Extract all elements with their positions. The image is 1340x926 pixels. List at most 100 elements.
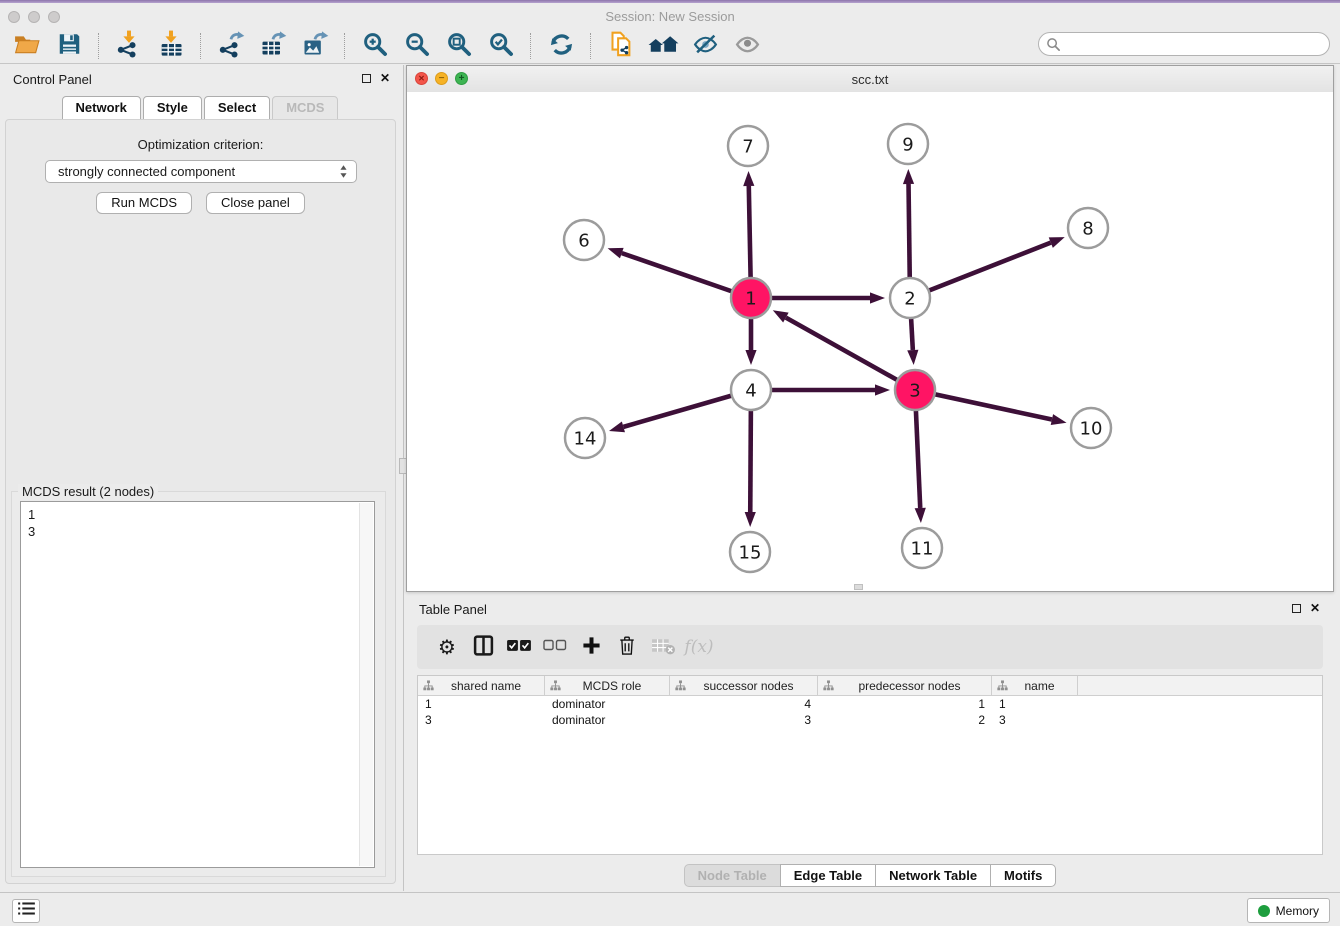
- graph-node-2[interactable]: 2: [890, 278, 930, 318]
- graph-node-14[interactable]: 14: [565, 418, 605, 458]
- result-scrollbar[interactable]: [359, 503, 373, 866]
- export-table-icon: [259, 30, 287, 61]
- application-window: Session: New Session Control Panel Netwo…: [0, 0, 1340, 926]
- fx-button: f(x): [681, 629, 717, 665]
- optimization-value: strongly connected component: [58, 164, 235, 179]
- zoom-selected-button[interactable]: [483, 30, 519, 62]
- import-table-button[interactable]: [153, 30, 189, 62]
- show-details-button[interactable]: [729, 30, 765, 62]
- table-row[interactable]: 1dominator411: [418, 696, 1322, 712]
- column-label: successor nodes: [686, 679, 817, 693]
- zoom-fit-button[interactable]: [441, 30, 477, 62]
- memory-status-icon: [1258, 905, 1270, 917]
- cell-mcds-role[interactable]: dominator: [545, 696, 670, 712]
- column-label: name: [1008, 679, 1077, 693]
- zoom-in-button[interactable]: [357, 30, 393, 62]
- cell-successor-nodes[interactable]: 3: [670, 712, 818, 728]
- add-button[interactable]: [573, 629, 609, 665]
- control-panel: Control Panel NetworkStyleSelectMCDS Opt…: [0, 65, 402, 891]
- tab-network-table[interactable]: Network Table: [875, 864, 991, 887]
- deselect-all-button[interactable]: [537, 629, 573, 665]
- import-table-icon: [157, 30, 185, 61]
- tab-mcds[interactable]: MCDS: [272, 96, 338, 120]
- main-titlebar: Session: New Session: [0, 3, 1340, 28]
- import-network-button[interactable]: [111, 30, 147, 62]
- column-header-shared-name[interactable]: shared name: [418, 676, 545, 695]
- delete-button[interactable]: [609, 629, 645, 665]
- graph-node-3[interactable]: 3: [895, 370, 935, 410]
- cell-mcds-role[interactable]: dominator: [545, 712, 670, 728]
- save-button[interactable]: [51, 30, 87, 62]
- graph-edge-2-8[interactable]: [910, 237, 1065, 298]
- close-panel-button[interactable]: Close panel: [206, 192, 305, 214]
- graph-node-4[interactable]: 4: [731, 370, 771, 410]
- cell-name[interactable]: 3: [992, 712, 1078, 728]
- column-header-successor-nodes[interactable]: successor nodes: [670, 676, 818, 695]
- clone-network-button[interactable]: [603, 30, 639, 62]
- graph-node-6[interactable]: 6: [564, 220, 604, 260]
- export-network-button[interactable]: [213, 30, 249, 62]
- network-scrollbar-grip[interactable]: [854, 584, 863, 590]
- gear-button[interactable]: ⚙: [429, 629, 465, 665]
- column-header-predecessor-nodes[interactable]: predecessor nodes: [818, 676, 992, 695]
- graph-node-10[interactable]: 10: [1071, 408, 1111, 448]
- cell-shared-name[interactable]: 1: [418, 696, 545, 712]
- graph-node-15[interactable]: 15: [730, 532, 770, 572]
- cell-name[interactable]: 1: [992, 696, 1078, 712]
- run-mcds-button[interactable]: Run MCDS: [96, 192, 192, 214]
- tab-motifs[interactable]: Motifs: [990, 864, 1056, 887]
- home-button[interactable]: [645, 30, 681, 62]
- tab-node-table[interactable]: Node Table: [684, 864, 781, 887]
- float-panel-icon[interactable]: [362, 74, 371, 83]
- mcds-panel: Optimization criterion: strongly connect…: [5, 119, 396, 884]
- hide-details-button[interactable]: [687, 30, 723, 62]
- toolbar-separator: [530, 33, 532, 59]
- mcds-result-panel: 1 3 MCDS result (2 nodes): [11, 491, 386, 877]
- memory-button[interactable]: Memory: [1247, 898, 1330, 923]
- cell-successor-nodes[interactable]: 4: [670, 696, 818, 712]
- graph-edge-4-14[interactable]: [609, 390, 751, 432]
- table-row[interactable]: 3dominator323: [418, 712, 1322, 728]
- import-network-icon: [115, 30, 143, 61]
- float-table-panel-icon[interactable]: [1292, 604, 1301, 613]
- graph-edge-3-10[interactable]: [915, 390, 1067, 425]
- cell-predecessor-nodes[interactable]: 1: [818, 696, 992, 712]
- export-table-button[interactable]: [255, 30, 291, 62]
- control-panel-tabs: NetworkStyleSelectMCDS: [0, 96, 402, 120]
- tab-network[interactable]: Network: [62, 96, 141, 120]
- zoom-fit-icon: [446, 31, 473, 61]
- graph-edge-1-6[interactable]: [608, 248, 751, 298]
- column-header-mcds-role[interactable]: MCDS role: [545, 676, 670, 695]
- graph-edge-3-1[interactable]: [773, 310, 915, 390]
- columns-button[interactable]: [465, 629, 501, 665]
- table-panel: Table Panel ⚙f(x) shared nameMCDS rolesu…: [406, 595, 1334, 890]
- search-input[interactable]: [1065, 34, 1324, 56]
- tab-select[interactable]: Select: [204, 96, 270, 120]
- cell-shared-name[interactable]: 3: [418, 712, 545, 728]
- column-header-filler: [1078, 676, 1322, 695]
- close-table-panel-icon[interactable]: [1310, 602, 1322, 614]
- graph-node-9[interactable]: 9: [888, 124, 928, 164]
- tab-style[interactable]: Style: [143, 96, 202, 120]
- close-panel-icon[interactable]: [380, 72, 392, 84]
- export-image-button[interactable]: [297, 30, 333, 62]
- refresh-button[interactable]: [543, 30, 579, 62]
- svg-text:10: 10: [1080, 419, 1103, 440]
- zoom-out-button[interactable]: [399, 30, 435, 62]
- network-window-titlebar[interactable]: scc.txt: [407, 66, 1333, 93]
- cell-predecessor-nodes[interactable]: 2: [818, 712, 992, 728]
- svg-text:3: 3: [909, 381, 920, 402]
- graph-node-11[interactable]: 11: [902, 528, 942, 568]
- open-button[interactable]: [9, 30, 45, 62]
- graph-node-7[interactable]: 7: [728, 126, 768, 166]
- graph-node-8[interactable]: 8: [1068, 208, 1108, 248]
- optimization-select[interactable]: strongly connected component: [45, 160, 357, 183]
- graph-node-1[interactable]: 1: [731, 278, 771, 318]
- toolbar-separator: [344, 33, 346, 59]
- task-history-button[interactable]: [12, 899, 40, 923]
- select-all-button[interactable]: [501, 629, 537, 665]
- network-canvas[interactable]: 1 2 3 4 6 7 8 9 10 11 14 15: [407, 92, 1333, 591]
- column-header-name[interactable]: name: [992, 676, 1078, 695]
- select-all-icon: [506, 639, 532, 656]
- tab-edge-table[interactable]: Edge Table: [780, 864, 876, 887]
